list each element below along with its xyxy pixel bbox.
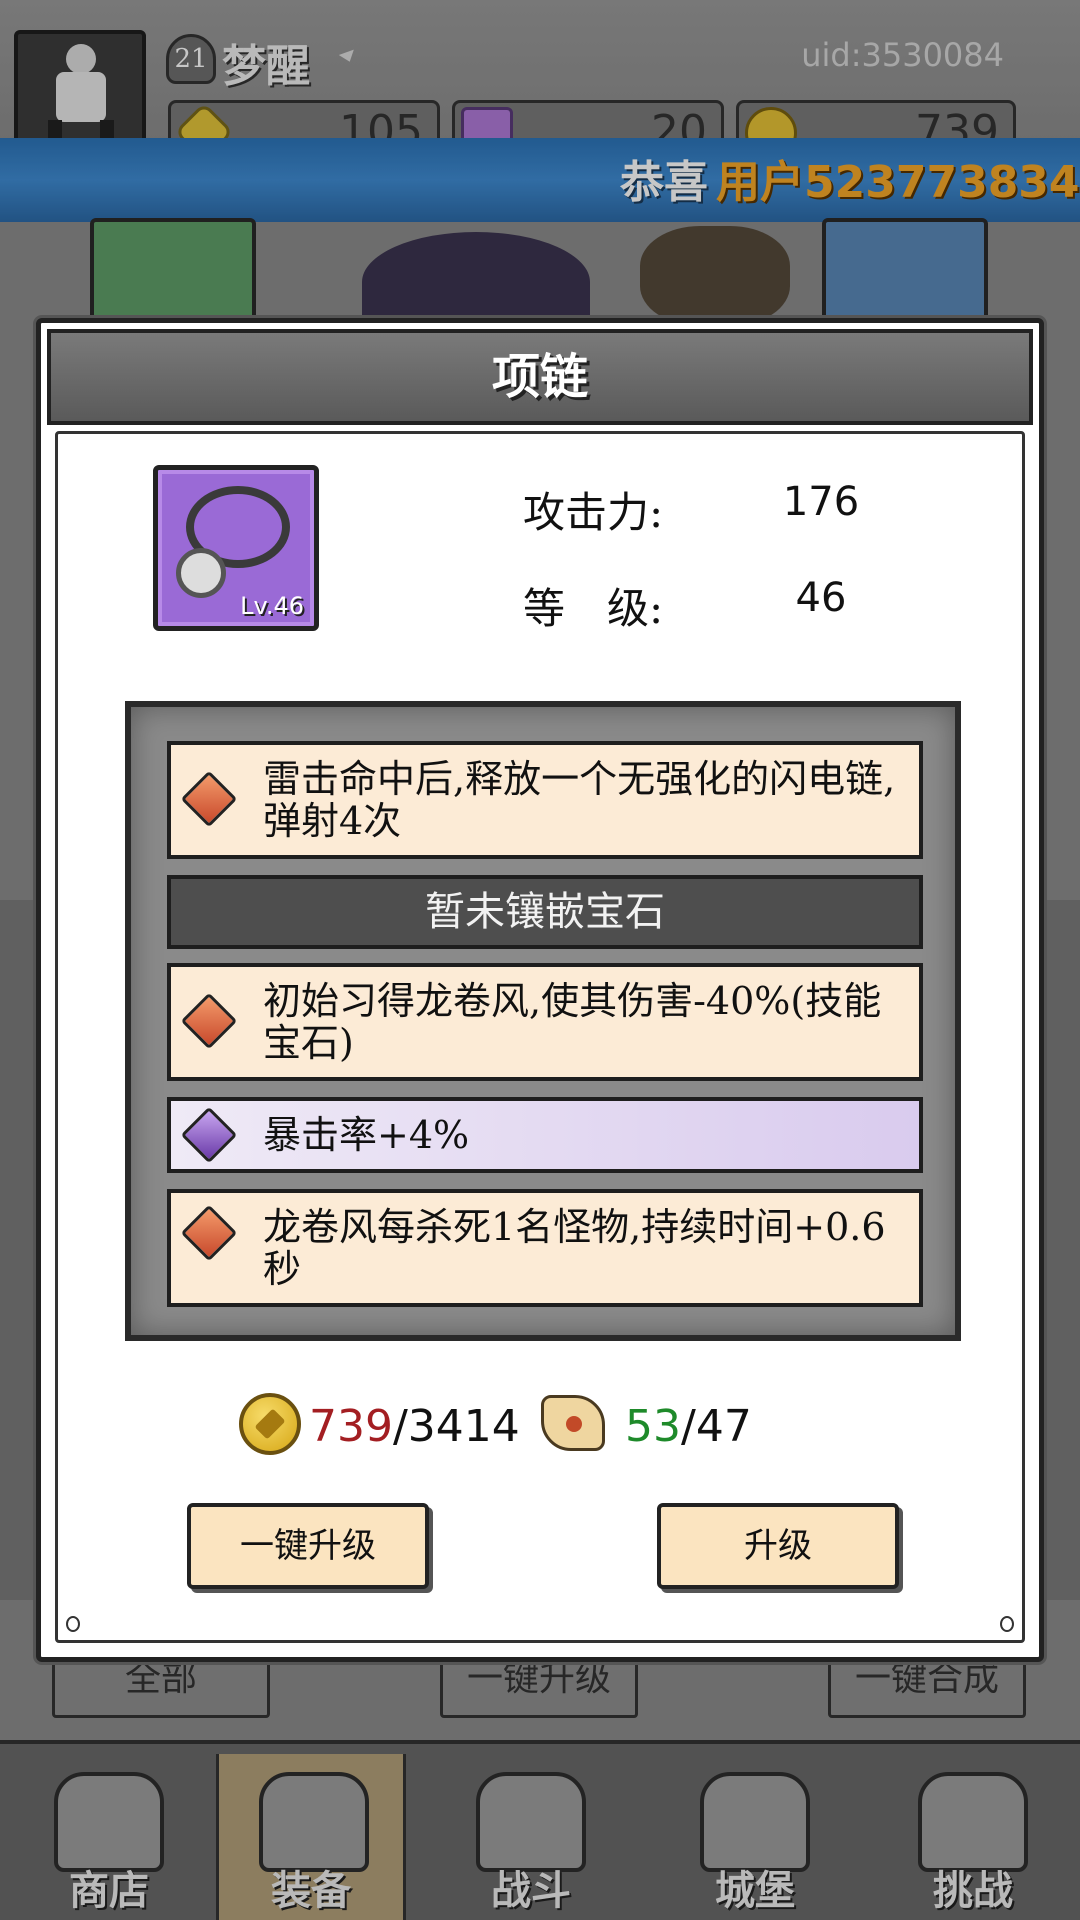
modal-title: 项链: [47, 329, 1033, 425]
attack-label: 攻击力:: [523, 488, 664, 537]
orange-gem-icon: [180, 770, 238, 828]
corner-rivet-icon: [66, 1616, 80, 1632]
scroll-cost: 53/47: [625, 1401, 752, 1452]
scroll-icon: [541, 1395, 605, 1451]
empty-gem-slot[interactable]: 暂未镶嵌宝石: [167, 875, 923, 949]
skill-text: 龙卷风每杀死1名怪物,持续时间+0.6秒: [263, 1205, 886, 1291]
gold-required: /3414: [392, 1401, 520, 1452]
item-detail-modal: 项链 Lv.46 攻击力: 176 等 级: 46 雷击命中后,释放一个无强化的…: [36, 318, 1044, 1662]
skill-row: 雷击命中后,释放一个无强化的闪电链,弹射4次: [167, 741, 923, 859]
level-value: 46: [795, 575, 847, 621]
necklace-item-icon: Lv.46: [153, 465, 319, 631]
item-level-label: Lv.46: [240, 592, 304, 620]
orange-gem-icon: [180, 1204, 238, 1262]
gold-owned: 739: [309, 1401, 393, 1452]
skill-board: 雷击命中后,释放一个无强化的闪电链,弹射4次 暂未镶嵌宝石 初始习得龙卷风,使其…: [125, 701, 961, 1341]
scroll-owned: 53: [625, 1401, 681, 1452]
orange-gem-icon: [180, 992, 238, 1050]
skill-text: 雷击命中后,释放一个无强化的闪电链,弹射4次: [263, 757, 896, 843]
purple-gem-icon: [180, 1106, 238, 1164]
oneclick-upgrade-button[interactable]: 一键升级: [187, 1503, 429, 1589]
upgrade-cost: 739/3414 53/47: [41, 1393, 1039, 1473]
corner-rivet-icon: [1000, 1616, 1014, 1632]
skill-row: 暴击率+4%: [167, 1097, 923, 1173]
skill-row: 初始习得龙卷风,使其伤害-40%(技能宝石): [167, 963, 923, 1081]
skill-text: 初始习得龙卷风,使其伤害-40%(技能宝石): [263, 979, 882, 1065]
empty-slot-text: 暂未镶嵌宝石: [425, 889, 665, 935]
attack-value: 176: [782, 479, 860, 525]
skill-row: 龙卷风每杀死1名怪物,持续时间+0.6秒: [167, 1189, 923, 1307]
gold-cost: 739/3414: [309, 1401, 520, 1452]
upgrade-button[interactable]: 升级: [657, 1503, 899, 1589]
level-label: 等 级:: [523, 584, 664, 633]
scroll-required: /47: [681, 1401, 752, 1452]
skill-text: 暴击率+4%: [263, 1113, 470, 1157]
gold-coin-icon: [239, 1393, 301, 1455]
